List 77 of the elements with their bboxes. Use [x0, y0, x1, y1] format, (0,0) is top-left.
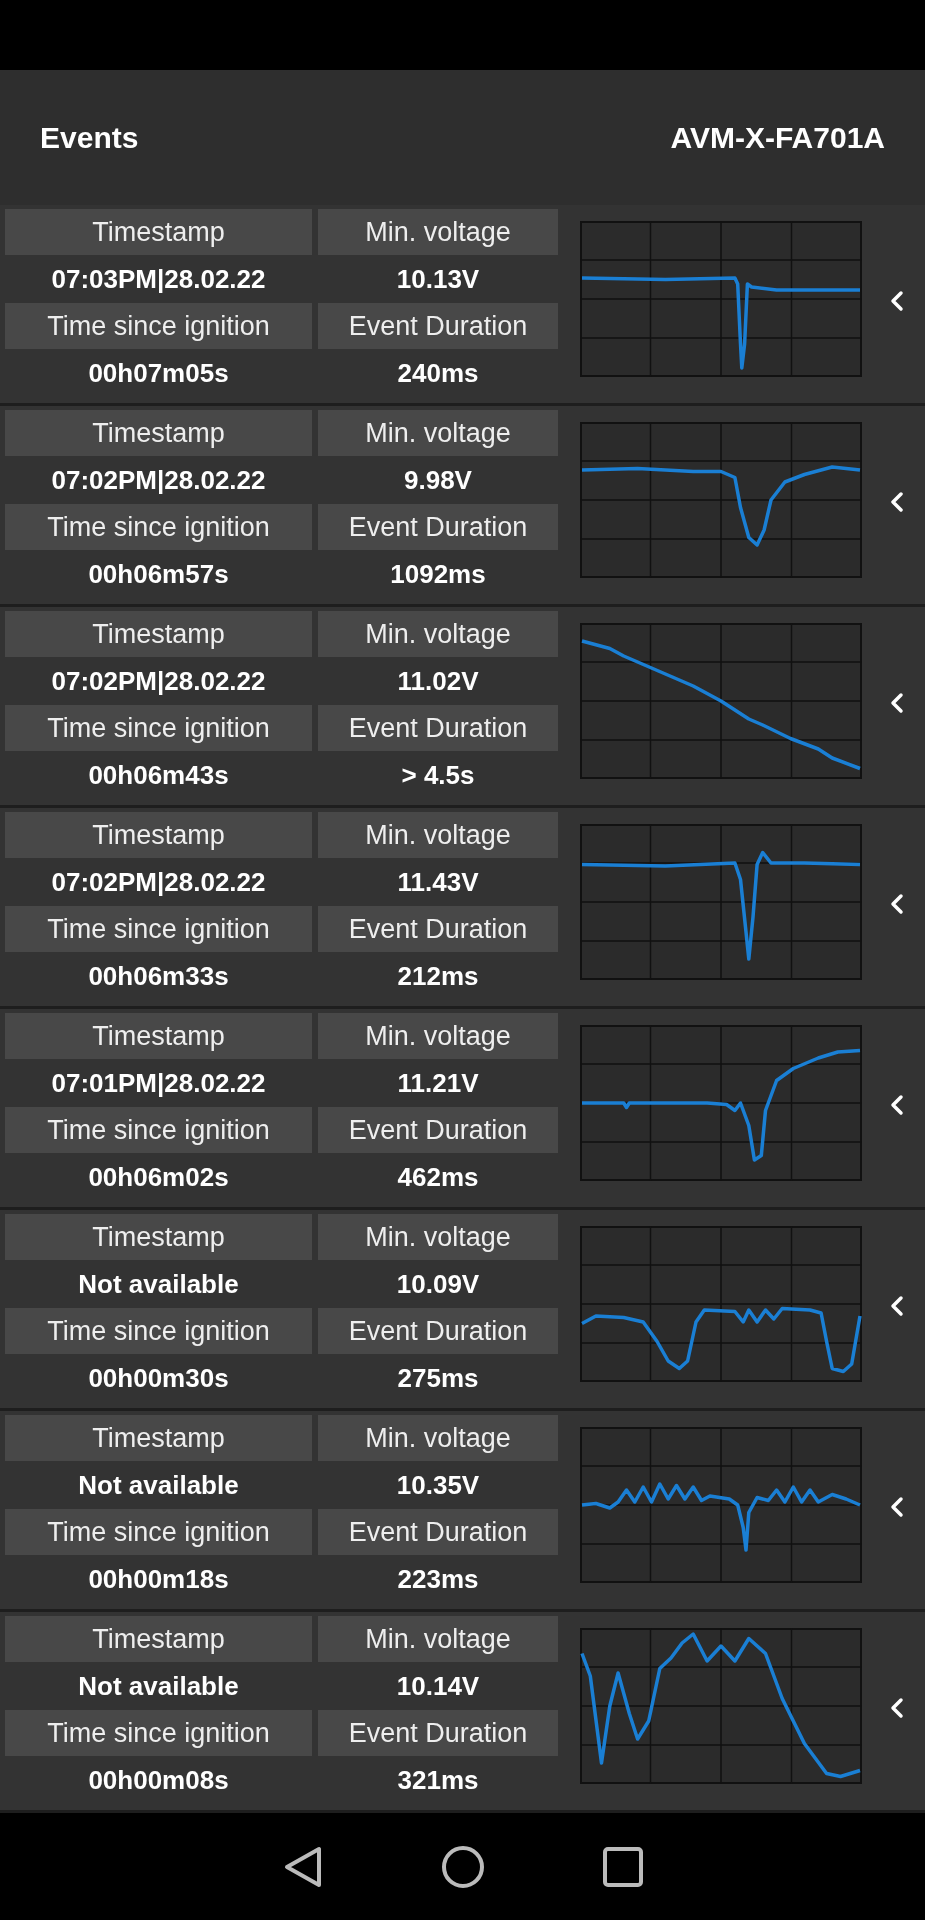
field-label: Timestamp [5, 1214, 312, 1260]
field-label: Event Duration [318, 1509, 558, 1555]
field-value: 00h07m05s [87, 357, 230, 390]
chevron-icon[interactable] [890, 1496, 904, 1518]
field-label: Time since ignition [5, 906, 312, 952]
field-label: Min. voltage [318, 812, 558, 858]
field-label: Min. voltage [318, 1616, 558, 1662]
field-label: Min. voltage [318, 611, 558, 657]
field-label: Min. voltage [318, 209, 558, 255]
field-label: Timestamp [5, 209, 312, 255]
field-value: 07:01PM|28.02.22 [50, 1067, 267, 1100]
field-label: Min. voltage [318, 1415, 558, 1461]
field-label: Min. voltage [318, 410, 558, 456]
field-value: Not available [77, 1670, 240, 1703]
field-value: 321ms [396, 1764, 480, 1797]
field-label: Time since ignition [5, 705, 312, 751]
field-label: Min. voltage [318, 1013, 558, 1059]
back-icon[interactable] [282, 1844, 323, 1889]
field-label: Event Duration [318, 1710, 558, 1756]
field-value: 223ms [396, 1563, 480, 1596]
field-value: 07:03PM|28.02.22 [50, 263, 267, 296]
field-value: 11.02V [396, 665, 480, 698]
chevron-icon[interactable] [890, 1094, 904, 1116]
field-value: 00h06m43s [87, 759, 230, 792]
field-label: Timestamp [5, 812, 312, 858]
field-value: 00h00m08s [87, 1764, 230, 1797]
field-value: 10.14V [395, 1670, 481, 1703]
field-label: Event Duration [318, 1107, 558, 1153]
field-value: Not available [77, 1268, 240, 1301]
page-title: Events [40, 120, 139, 156]
field-value: 275ms [396, 1362, 480, 1395]
field-label: Event Duration [318, 504, 558, 550]
field-label: Time since ignition [5, 1308, 312, 1354]
chevron-icon[interactable] [890, 1295, 904, 1317]
field-value: 1092ms [389, 558, 487, 591]
field-value: > 4.5s [400, 759, 476, 792]
field-value: 11.21V [396, 1067, 480, 1100]
field-label: Event Duration [318, 906, 558, 952]
home-icon[interactable] [440, 1844, 485, 1889]
field-value: 00h06m57s [87, 558, 230, 591]
field-value: 462ms [396, 1161, 480, 1194]
field-label: Time since ignition [5, 504, 312, 550]
field-value: 10.35V [395, 1469, 481, 1502]
field-label: Timestamp [5, 1415, 312, 1461]
field-value: 00h06m02s [87, 1161, 230, 1194]
field-value: 00h00m18s [87, 1563, 230, 1596]
field-label: Event Duration [318, 705, 558, 751]
field-value: 240ms [396, 357, 480, 390]
chevron-icon[interactable] [890, 893, 904, 915]
recent-apps-icon[interactable] [602, 1846, 643, 1887]
field-label: Event Duration [318, 303, 558, 349]
field-value: 11.43V [396, 866, 480, 899]
field-label: Min. voltage [318, 1214, 558, 1260]
chevron-icon[interactable] [890, 692, 904, 714]
chevron-icon[interactable] [890, 290, 904, 312]
field-value: Not available [77, 1469, 240, 1502]
field-label: Time since ignition [5, 1107, 312, 1153]
field-value: 00h06m33s [87, 960, 230, 993]
field-label: Timestamp [5, 1616, 312, 1662]
field-label: Event Duration [318, 1308, 558, 1354]
field-value: 07:02PM|28.02.22 [50, 866, 267, 899]
field-value: 10.09V [395, 1268, 481, 1301]
field-value: 07:02PM|28.02.22 [50, 665, 267, 698]
field-value: 212ms [396, 960, 480, 993]
chevron-icon[interactable] [890, 491, 904, 513]
chevron-icon[interactable] [890, 1697, 904, 1719]
field-label: Timestamp [5, 410, 312, 456]
field-value: 10.13V [395, 263, 481, 296]
field-label: Time since ignition [5, 303, 312, 349]
field-value: 07:02PM|28.02.22 [50, 464, 267, 497]
field-label: Timestamp [5, 1013, 312, 1059]
field-value: 00h00m30s [87, 1362, 230, 1395]
field-value: 9.98V [403, 464, 473, 497]
field-label: Time since ignition [5, 1710, 312, 1756]
field-label: Timestamp [5, 611, 312, 657]
field-label: Time since ignition [5, 1509, 312, 1555]
device-name: AVM-X-FA701A [670, 120, 885, 156]
